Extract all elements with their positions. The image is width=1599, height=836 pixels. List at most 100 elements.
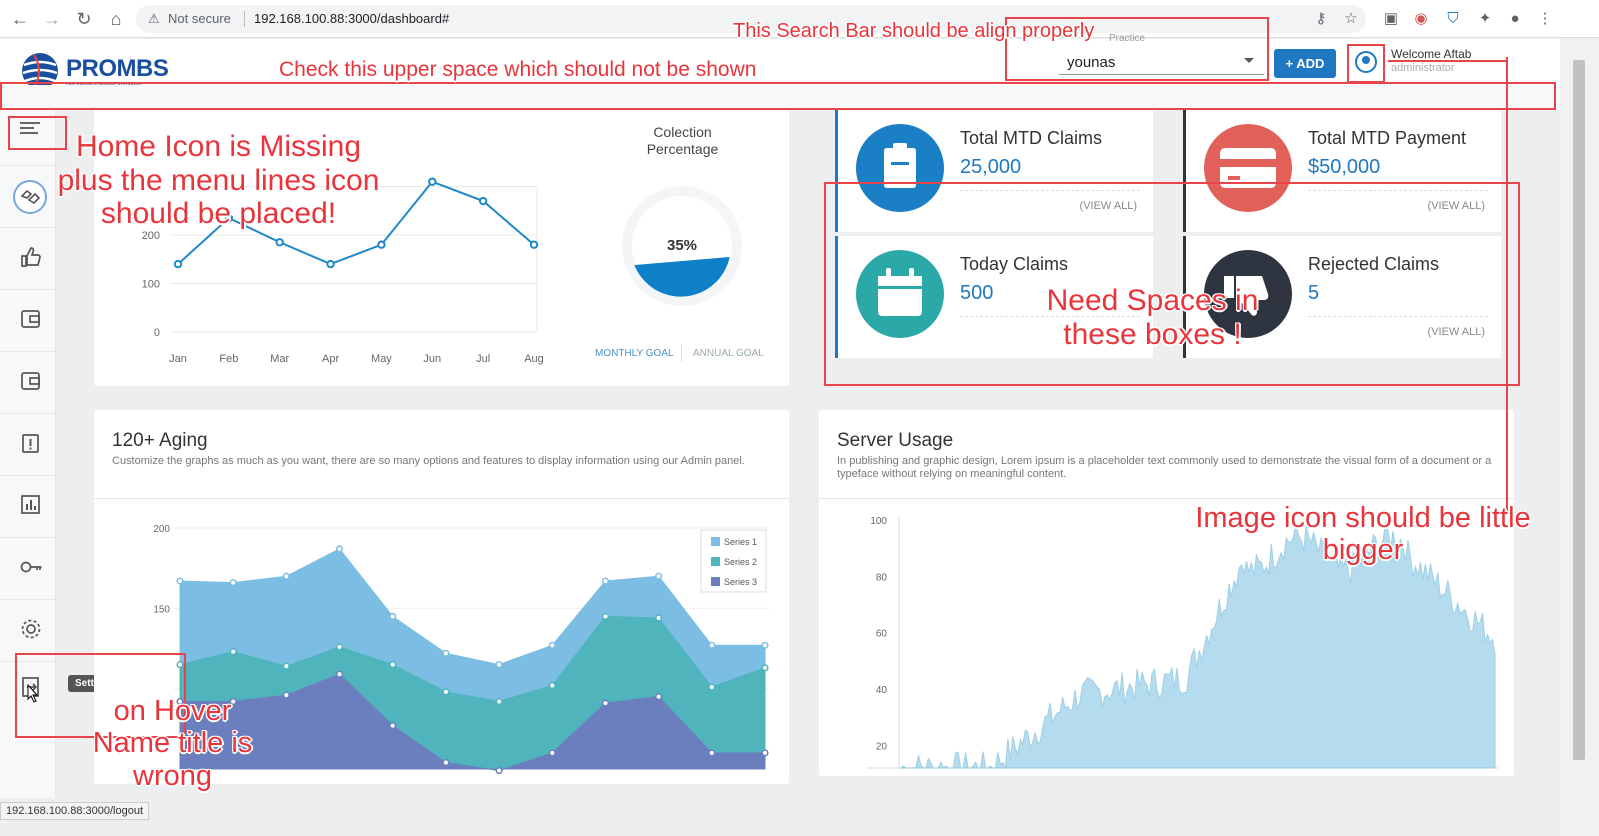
data-point bbox=[655, 572, 663, 580]
user-role: administrator bbox=[1391, 62, 1455, 74]
data-point bbox=[529, 240, 539, 249]
stat-label: Total MTD Claims bbox=[960, 128, 1103, 148]
gear-icon bbox=[21, 619, 41, 639]
data-point bbox=[548, 749, 556, 757]
y-tick-label: 40 bbox=[876, 685, 888, 696]
collection-heading: Colection Percentage bbox=[614, 124, 751, 158]
data-point bbox=[478, 196, 488, 206]
data-point bbox=[377, 240, 386, 249]
color-picker-icon[interactable]: ◉ bbox=[1412, 10, 1430, 28]
sidebar-item-feedback[interactable] bbox=[0, 166, 56, 228]
data-point bbox=[282, 572, 290, 580]
y-tick-label: 20 bbox=[876, 741, 888, 752]
data-point bbox=[335, 643, 344, 651]
data-point bbox=[495, 697, 503, 706]
data-point bbox=[389, 661, 397, 669]
feedback-icon bbox=[13, 180, 47, 214]
y-tick-label: 150 bbox=[153, 604, 170, 615]
data-point bbox=[708, 749, 716, 757]
stat-label: Total MTD Payment bbox=[1308, 128, 1467, 148]
sidebar-item-reports[interactable] bbox=[0, 476, 56, 538]
data-point bbox=[389, 612, 397, 620]
annotation-arrow bbox=[1388, 60, 1506, 62]
wallet-icon bbox=[21, 372, 40, 390]
data-point bbox=[442, 759, 450, 767]
collection-title: Colection bbox=[653, 124, 712, 140]
y-tick-label: 200 bbox=[142, 230, 160, 242]
x-tick-label: Aug bbox=[524, 353, 544, 365]
data-point bbox=[229, 579, 237, 587]
x-tick-label: Jun bbox=[423, 353, 441, 365]
data-point bbox=[326, 259, 335, 269]
x-tick-label: Jan bbox=[169, 353, 187, 365]
data-point bbox=[708, 683, 716, 691]
data-point bbox=[601, 577, 610, 585]
annotation-image-icon: Image icon should be little bigger bbox=[1195, 502, 1531, 567]
data-point bbox=[282, 691, 290, 699]
reload-icon[interactable]: ↻ bbox=[74, 9, 94, 29]
data-point bbox=[442, 649, 450, 657]
back-arrow-icon[interactable]: ← bbox=[10, 9, 30, 29]
stat-value: 25,000 bbox=[960, 156, 1022, 178]
data-point bbox=[655, 614, 663, 622]
legend-label: Series 3 bbox=[724, 577, 757, 587]
data-point bbox=[335, 670, 344, 678]
welcome-text: Welcome Aftab bbox=[1391, 47, 1472, 61]
data-point bbox=[761, 641, 769, 649]
server-description: In publishing and graphic design, Lorem … bbox=[837, 455, 1492, 480]
x-tick-label: Jul bbox=[476, 353, 490, 365]
data-point bbox=[335, 545, 344, 553]
data-point bbox=[548, 681, 556, 690]
menu-dots-icon[interactable]: ⋮ bbox=[1536, 10, 1554, 28]
aging-title: 120+ Aging bbox=[112, 430, 208, 451]
annual-goal-tab[interactable]: ANNUAL GOAL bbox=[693, 348, 764, 359]
sidebar-item-approvals[interactable] bbox=[0, 228, 56, 290]
scrollbar-thumb[interactable] bbox=[1573, 60, 1585, 760]
sidebar-item-keys[interactable] bbox=[0, 538, 56, 600]
x-tick-label: May bbox=[371, 353, 392, 365]
legend-swatch bbox=[711, 557, 720, 566]
data-point bbox=[761, 664, 769, 672]
extensions-icon[interactable]: ✦ bbox=[1476, 10, 1494, 28]
add-button[interactable]: + ADD bbox=[1274, 49, 1336, 78]
url-divider bbox=[244, 11, 245, 27]
aging-description: Customize the graphs as much as you want… bbox=[112, 455, 745, 467]
legend-label: Series 2 bbox=[724, 557, 757, 567]
shield-icon[interactable]: ⛉ bbox=[1444, 10, 1462, 28]
key-icon[interactable]: ⚷ bbox=[1312, 10, 1330, 28]
forward-arrow-icon[interactable]: → bbox=[42, 9, 62, 29]
sidebar-item-wallet[interactable] bbox=[0, 290, 56, 352]
y-tick-label: 200 bbox=[153, 524, 170, 535]
star-icon[interactable]: ☆ bbox=[1342, 10, 1360, 28]
sidebar-item-alerts[interactable] bbox=[0, 414, 56, 476]
server-usage-card: Server Usage In publishing and graphic d… bbox=[819, 410, 1514, 776]
data-point bbox=[655, 693, 663, 701]
y-tick-label: 100 bbox=[870, 516, 887, 527]
legend-swatch bbox=[711, 537, 720, 546]
logo-text: PROMBS bbox=[66, 55, 169, 82]
sidebar-item-wallet-2[interactable] bbox=[0, 352, 56, 414]
data-point bbox=[601, 612, 610, 620]
data-point bbox=[708, 641, 716, 649]
key-icon bbox=[20, 561, 42, 573]
y-tick-label: 0 bbox=[154, 327, 160, 339]
monthly-goal-tab[interactable]: MONTHLY GOAL bbox=[595, 348, 674, 359]
home-icon[interactable]: ⌂ bbox=[106, 9, 126, 29]
data-point bbox=[495, 661, 503, 669]
data-point bbox=[176, 577, 184, 585]
thumbs-up-icon bbox=[21, 247, 41, 267]
data-point bbox=[229, 648, 237, 656]
server-title: Server Usage bbox=[837, 430, 954, 451]
chart-legend: Series 1 Series 2 Series 3 bbox=[700, 529, 767, 593]
x-tick-label: Apr bbox=[322, 353, 339, 365]
profile-icon[interactable]: ● bbox=[1506, 10, 1524, 28]
wallet-icon bbox=[21, 310, 40, 328]
gauge-label: 35% bbox=[667, 237, 697, 254]
y-tick-label: 80 bbox=[876, 572, 888, 583]
url-text[interactable]: 192.168.100.88:3000/dashboard# bbox=[254, 11, 449, 26]
camera-icon[interactable]: ▣ bbox=[1382, 10, 1400, 28]
data-point bbox=[428, 177, 437, 186]
server-divider bbox=[819, 498, 1514, 499]
collection-gauge: 35% bbox=[622, 186, 742, 306]
annotation-upper-space: Check this upper space which should not … bbox=[279, 58, 757, 81]
